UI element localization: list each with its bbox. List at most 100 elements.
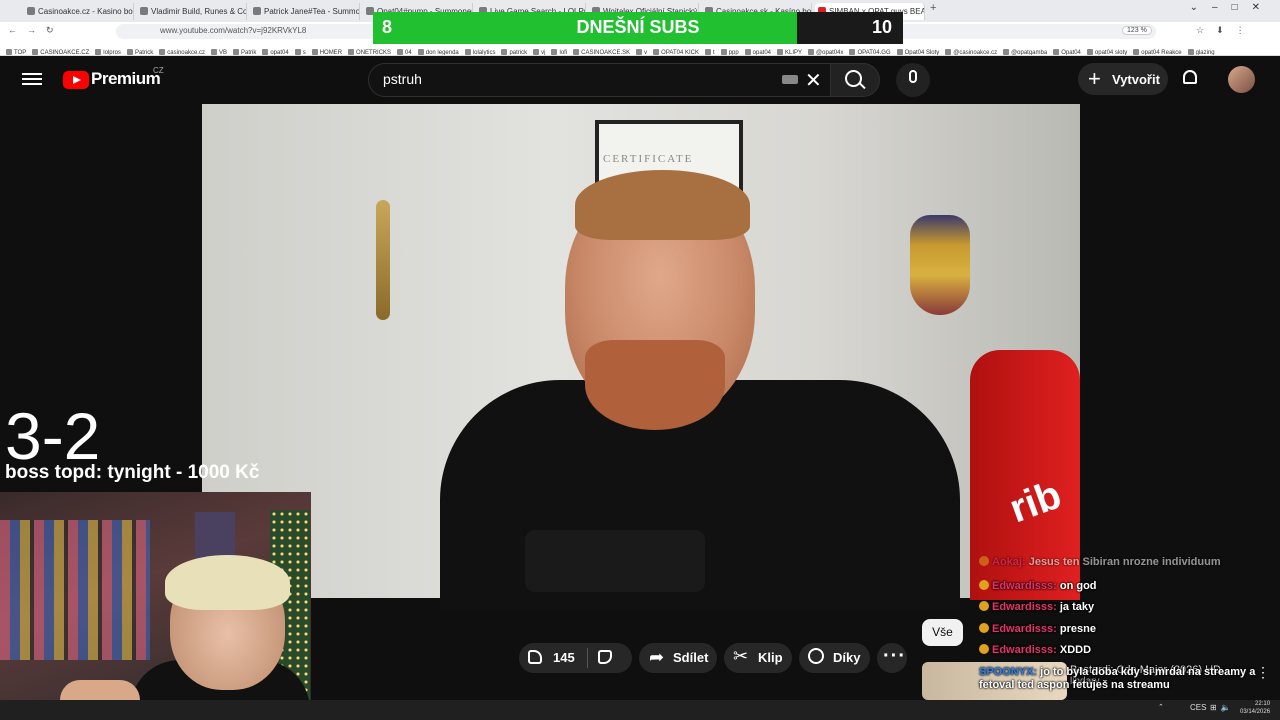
chat-message: Aokaj: Jesus ten Sibiran nrozne individu… [979,556,1221,568]
nav-arrows-icon[interactable]: ←→↻ [8,25,64,36]
bookmark-item[interactable]: opat04 sloty [1087,46,1127,55]
tray-icons[interactable]: ⌃ [1158,703,1170,711]
bookmark-item[interactable]: @opat04x [808,46,843,55]
browser-tab[interactable]: Patrick Jane#Tea - Summoner Stats [250,3,360,20]
create-button-label[interactable]: Vytvořit [1112,72,1160,87]
chat-username: Aokaj [992,556,1022,568]
bookmark-item[interactable]: KLIPY [777,46,802,55]
os-taskbar [0,700,1280,720]
bookmark-item[interactable]: opat04 [745,46,771,55]
chat-text: Jesus ten Sibiran nrozne individuum [1028,556,1221,568]
bookmark-item[interactable]: VB [211,46,227,55]
bookmark-item[interactable]: Patrik [233,46,256,55]
chat-message: Edwardisss: XDDD [979,644,1091,656]
chat-separator: : [1053,580,1060,592]
bookmark-item[interactable]: vj [533,46,545,55]
system-tray-icons[interactable]: ⊞🔈 [1210,703,1235,712]
sub-badge-icon [979,623,989,633]
bookmark-item[interactable]: OPAT04 KICK [653,46,699,55]
scissors-icon[interactable]: ✂ [733,646,748,667]
bookmark-item[interactable]: lolalytics [465,46,496,55]
avatar[interactable] [1228,66,1255,93]
bookmark-item[interactable]: don legenda [418,46,459,55]
plus-icon[interactable]: + [1088,66,1101,92]
bookmark-item[interactable]: casinoakce.cz [159,46,205,55]
sub-badge-icon [979,644,989,654]
share-label[interactable]: Sdílet [673,650,708,665]
bookmark-item[interactable]: opat04 Reakce [1133,46,1181,55]
browser-extension-icons[interactable]: ☆⬇⋮ [1196,25,1257,36]
window-controls[interactable]: ⌄–□✕ [1190,2,1274,13]
browser-tab[interactable]: Vladimir Build, Runes & Counter [137,3,247,20]
search-input-value[interactable]: pstruh [383,71,422,87]
youtube-logo-icon[interactable] [63,71,89,89]
keyboard-icon[interactable] [782,75,798,84]
bookmark-item[interactable]: v [636,46,647,55]
tab-favicon-icon [27,7,35,15]
like-count[interactable]: 145 [553,650,575,665]
youtube-premium-logo[interactable]: Premium [91,69,161,89]
bookmark-item[interactable]: @opatgamba [1003,46,1047,55]
thanks-label[interactable]: Díky [833,650,860,665]
bookmark-item[interactable]: 04 [397,46,412,55]
bookmark-item[interactable]: lolpros [95,46,121,55]
chat-text: XDDD [1059,644,1092,656]
browser-tab[interactable]: Casinoakce.cz - Kasino bonusy [24,3,134,20]
more-horizontal-icon[interactable]: ··· [883,645,906,668]
microphone-icon[interactable] [909,70,917,83]
bookmark-item[interactable]: ppp [721,46,739,55]
bookmark-item[interactable]: HOMER [312,46,342,55]
bookmark-item[interactable]: Opat04 [1053,46,1081,55]
bookmark-item[interactable]: @casinoakce.cz [945,46,997,55]
tab-favicon-icon [140,7,148,15]
search-input[interactable] [368,63,838,97]
search-icon[interactable] [845,70,862,87]
chat-message: Edwardisss: on god [979,580,1097,592]
video-person-hair [575,170,750,240]
bookmark-item[interactable]: ONETRICKS [348,46,391,55]
bookmark-item[interactable]: CASINOAKCE.SK [573,46,630,55]
chat-username: SPOONYX [979,666,1034,678]
webcam-person-hair [165,555,290,610]
bookmark-item[interactable]: glazing [1188,46,1215,55]
bookmark-item[interactable]: opat04 [262,46,288,55]
region-code: CZ [153,66,164,75]
bookmark-item[interactable]: t [705,46,715,55]
chat-message: SPOONYX: jo to byla doba kdy si mrdal na… [979,666,1279,692]
like-divider [587,648,588,668]
bookmark-item[interactable]: TOP [6,46,26,55]
chat-message: Edwardisss: ja taky [979,601,1094,613]
filter-chip-all[interactable]: Vše [922,619,963,646]
clock[interactable]: 22:10 03/14/2026 [1240,700,1270,716]
notifications-bell-icon[interactable] [1183,70,1197,84]
thumbs-up-icon[interactable] [528,650,542,664]
bookmark-item[interactable]: CASINOAKCE.CZ [32,46,89,55]
chat-username: Edwardisss [992,601,1054,613]
bookmark-item[interactable]: OPAT04.GG [849,46,890,55]
url-text[interactable]: www.youtube.com/watch?v=j92KRVkYL8 [160,26,306,35]
sub-badge-icon [979,580,989,590]
chat-text: ja taky [1059,601,1095,613]
subs-title: DNEŠNÍ SUBS [576,17,700,37]
bookmark-item[interactable]: lofi [551,46,567,55]
bookmark-item[interactable]: s [295,46,306,55]
sub-badge-icon [979,601,989,611]
clip-label[interactable]: Klip [758,650,783,665]
language-indicator[interactable]: CES [1190,703,1206,712]
share-icon[interactable]: ➦ [649,647,664,668]
bookmark-item[interactable]: Patrick [127,46,153,55]
bookmark-item[interactable]: Opat04 Sloty [897,46,940,55]
heart-dollar-icon[interactable] [808,648,824,664]
certificate-text: CERTIFICATE [603,153,694,165]
chat-separator: : [1053,601,1060,613]
sub-badge-icon [979,556,989,566]
hamburger-menu-icon[interactable] [22,70,42,90]
zoom-level[interactable]: 123 % [1122,26,1152,35]
bookmark-item[interactable]: patrick [501,46,527,55]
studio-microphone [525,530,705,592]
wall-key-decoration [376,200,390,320]
new-tab-button[interactable]: + [930,2,936,14]
clear-search-icon[interactable]: ✕ [805,68,822,93]
boss-overlay: boss topd: tynight - 1000 Kč [5,462,260,483]
chat-message: Edwardisss: presne [979,623,1096,635]
